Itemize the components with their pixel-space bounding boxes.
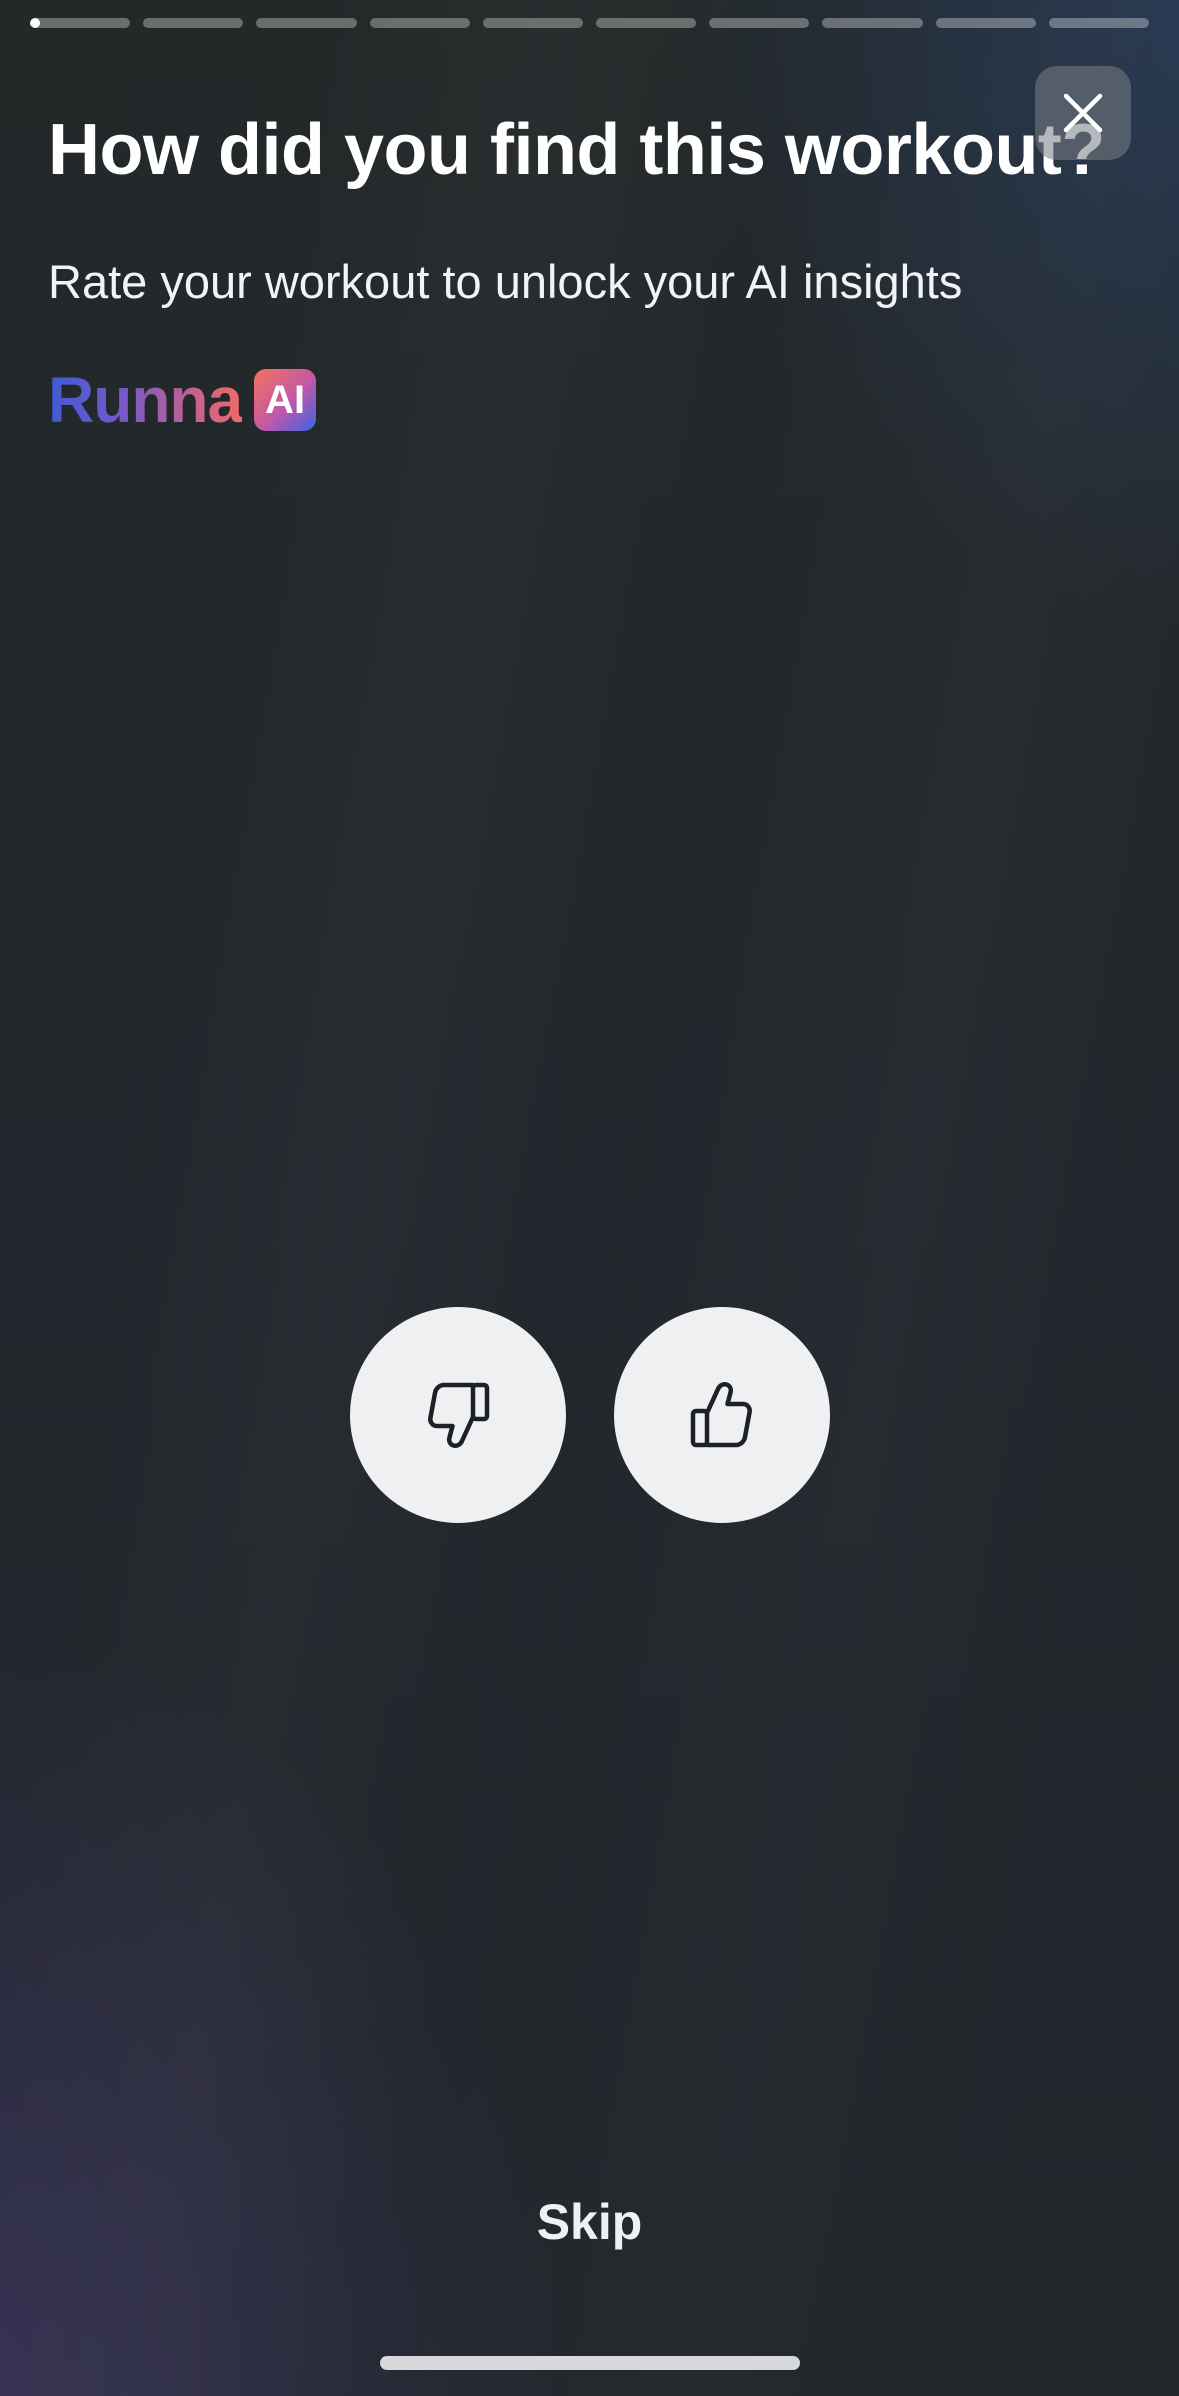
- runna-ai-logo: Runna AI: [48, 360, 317, 440]
- progress-segment-fill: [30, 18, 41, 28]
- progress-segment: [482, 18, 584, 28]
- progress-segment: [935, 18, 1036, 28]
- progress-segment: [143, 18, 244, 28]
- close-icon: [1062, 92, 1104, 134]
- progress-segment: [30, 18, 131, 28]
- progress-segment: [369, 18, 470, 28]
- story-progress-bar: [30, 18, 1150, 28]
- brand-ai-badge: AI: [254, 369, 317, 431]
- skip-button[interactable]: Skip: [0, 2190, 1179, 2254]
- brand-wordmark: Runna: [48, 364, 243, 436]
- close-button[interactable]: [1035, 66, 1131, 160]
- page-title: How did you find this workout?: [48, 110, 1105, 190]
- progress-segment: [822, 18, 923, 28]
- home-indicator: [380, 2356, 800, 2370]
- thumbs-down-button[interactable]: [350, 1307, 566, 1523]
- progress-segment: [709, 18, 810, 28]
- progress-segment: [256, 18, 357, 28]
- page-subtitle: Rate your workout to unlock your AI insi…: [48, 255, 963, 308]
- progress-segment: [596, 18, 697, 28]
- thumbs-up-button[interactable]: [614, 1307, 830, 1523]
- thumbs-down-icon: [423, 1377, 493, 1453]
- progress-segment: [1048, 18, 1150, 28]
- thumbs-up-icon: [687, 1377, 757, 1453]
